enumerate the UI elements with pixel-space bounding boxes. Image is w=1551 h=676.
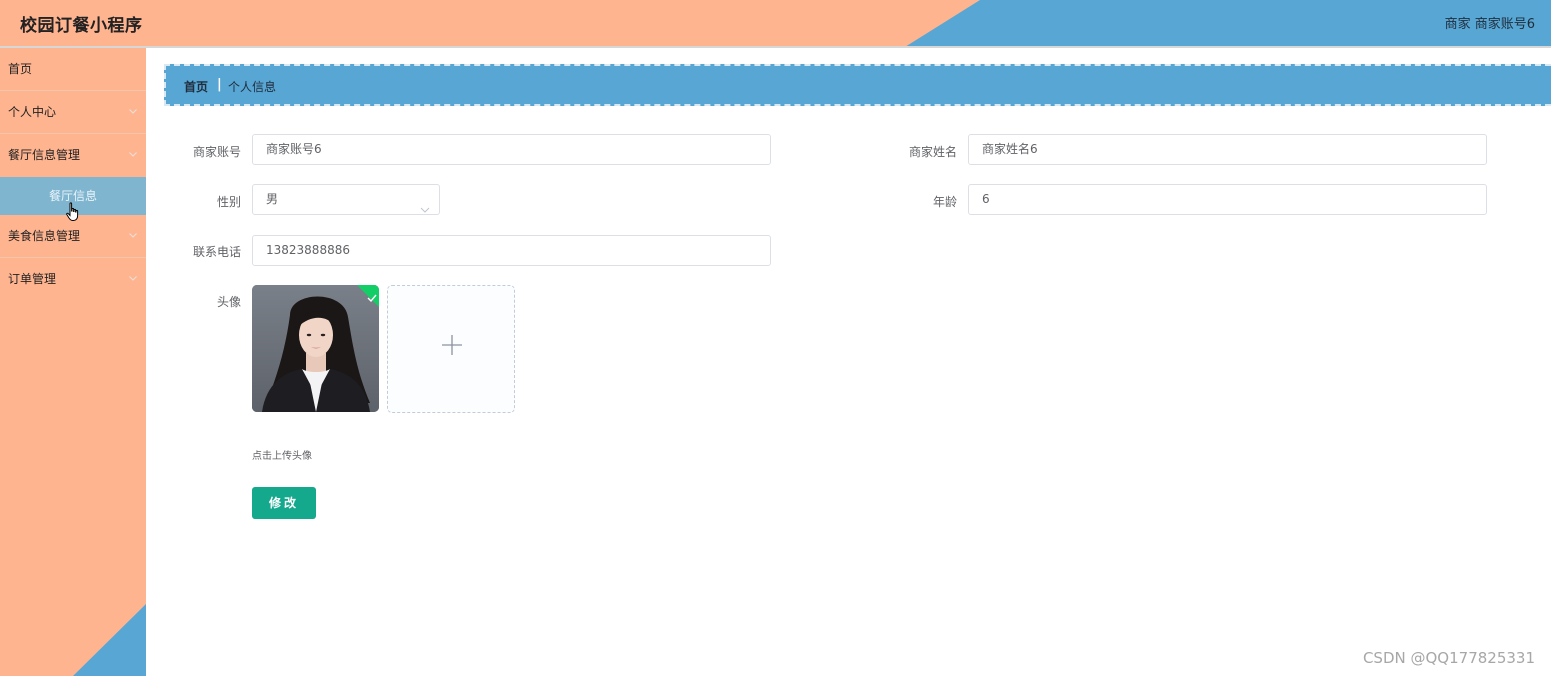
check-icon	[367, 287, 377, 303]
header-divider	[0, 46, 1551, 48]
chevron-down-icon	[129, 231, 137, 239]
chevron-down-icon	[420, 196, 430, 213]
submit-button[interactable]: 修改	[252, 487, 316, 519]
breadcrumb-current: 个人信息	[228, 80, 277, 94]
phone-input[interactable]: 13823888886	[252, 235, 771, 266]
gender-select[interactable]: 男	[252, 184, 440, 215]
avatar-image[interactable]	[252, 285, 379, 412]
sidebar-item-order-management[interactable]: 订单管理	[0, 258, 146, 301]
name-label: 商家姓名	[908, 145, 957, 159]
upload-tip: 点击上传头像	[252, 451, 312, 462]
breadcrumb-separator: |	[217, 77, 222, 92]
sidebar: 首页 个人中心 餐厅信息管理 餐厅信息 美食信息管理 订单管理	[0, 48, 146, 676]
sidebar-item-label: 订单管理	[8, 272, 57, 286]
sidebar-item-label: 首页	[8, 62, 33, 76]
app-title: 校园订餐小程序	[20, 16, 143, 36]
sidebar-corner-decoration	[73, 604, 146, 676]
sidebar-item-label: 个人中心	[8, 105, 57, 119]
header-accent-panel	[0, 0, 980, 46]
sidebar-item-food-management[interactable]: 美食信息管理	[0, 215, 146, 258]
breadcrumb: 首页 | 个人信息	[164, 64, 1551, 106]
phone-label: 联系电话	[192, 245, 241, 259]
watermark: CSDN @QQ177825331	[1362, 649, 1535, 667]
name-input[interactable]: 商家姓名6	[968, 134, 1487, 165]
current-user-info[interactable]: 商家 商家账号6	[1445, 13, 1535, 32]
age-input[interactable]: 6	[968, 184, 1487, 215]
chevron-down-icon	[129, 150, 137, 158]
account-input[interactable]: 商家账号6	[252, 134, 771, 165]
breadcrumb-home-link[interactable]: 首页	[184, 78, 208, 95]
sidebar-item-label: 美食信息管理	[8, 229, 81, 243]
sidebar-item-restaurant-management[interactable]: 餐厅信息管理	[0, 134, 146, 177]
chevron-down-icon	[129, 274, 137, 282]
sidebar-item-personal-center[interactable]: 个人中心	[0, 91, 146, 134]
sidebar-subitem-restaurant-info[interactable]: 餐厅信息	[0, 177, 146, 221]
gender-label: 性别	[216, 195, 241, 209]
account-label: 商家账号	[192, 145, 241, 159]
gender-selected-value: 男	[266, 192, 279, 206]
sidebar-item-label: 餐厅信息管理	[8, 148, 81, 162]
plus-icon	[441, 334, 463, 356]
top-header: 校园订餐小程序 商家 商家账号6	[0, 0, 1551, 46]
sidebar-item-home[interactable]: 首页	[0, 48, 146, 91]
avatar-label: 头像	[216, 295, 241, 309]
chevron-down-icon	[129, 107, 137, 115]
age-label: 年龄	[932, 195, 957, 209]
avatar-upload-button[interactable]	[387, 285, 515, 413]
